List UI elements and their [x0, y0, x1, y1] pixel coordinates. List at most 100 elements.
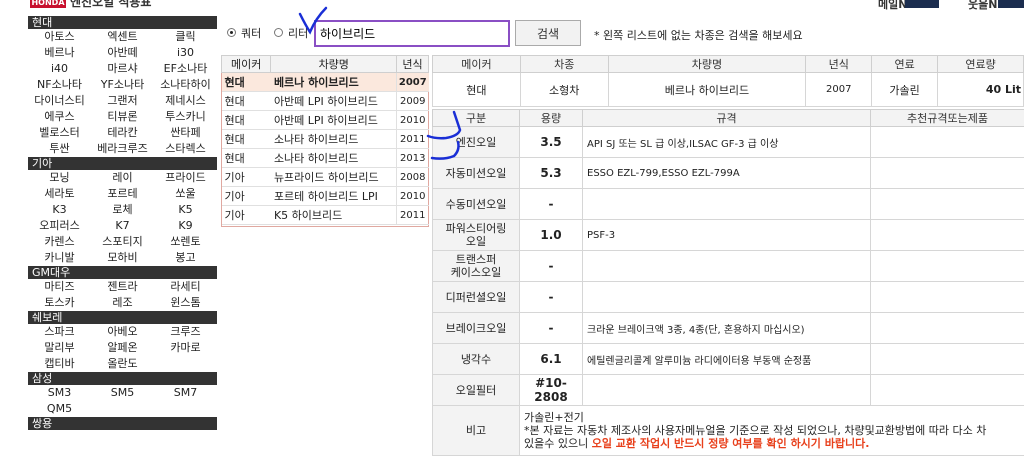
- car-model-link[interactable]: 윈스톰: [154, 295, 217, 311]
- car-model-link[interactable]: 쏘렌토: [154, 234, 217, 250]
- car-model-link[interactable]: K7: [91, 218, 154, 234]
- car-model-link[interactable]: 벨로스터: [28, 125, 91, 141]
- spec-std: API SJ 또는 SL 급 이상,ILSAC GF-3 급 이상: [582, 126, 871, 158]
- car-model-link[interactable]: 오피러스: [28, 218, 91, 234]
- car-model-link[interactable]: 마르샤: [91, 61, 154, 77]
- car-model-link[interactable]: 토스카: [28, 295, 91, 311]
- car-model-link[interactable]: 에쿠스: [28, 109, 91, 125]
- car-model-link[interactable]: K3: [28, 202, 91, 218]
- spec-row: 브레이크오일 - 크라운 브레이크액 3종, 4종(단, 혼용하지 마십시오): [432, 312, 1024, 344]
- brand-header[interactable]: 삼성: [28, 372, 217, 385]
- car-model-link[interactable]: 말리부: [28, 340, 91, 356]
- result-year: 2009: [396, 91, 429, 111]
- car-model-link[interactable]: 캡티바: [28, 356, 91, 372]
- result-row[interactable]: 현대 아반떼 LPI 하이브리드 2010: [221, 110, 429, 130]
- car-model-link[interactable]: 젠트라: [91, 279, 154, 295]
- search-input[interactable]: [314, 20, 510, 47]
- result-row[interactable]: 현대 소나타 하이브리드 2013: [221, 148, 429, 168]
- spec-name: 수동미션오일: [432, 188, 520, 220]
- car-model-link[interactable]: 투스카니: [154, 109, 217, 125]
- result-row[interactable]: 기아 K5 하이브리드 2011: [221, 205, 429, 225]
- spec-recommended: [870, 219, 1024, 251]
- car-model-link[interactable]: 카렌스: [28, 234, 91, 250]
- car-model-link[interactable]: SM3: [28, 385, 91, 401]
- car-model-link[interactable]: 스파크: [28, 324, 91, 340]
- page-title: 엔진오일 적용표: [70, 0, 152, 9]
- brand-header[interactable]: 쉐보레: [28, 311, 217, 324]
- result-row[interactable]: 현대 아반떼 LPI 하이브리드 2009: [221, 91, 429, 111]
- car-model-link[interactable]: 싼타페: [154, 125, 217, 141]
- car-model-link[interactable]: 레조: [91, 295, 154, 311]
- car-model-link[interactable]: 모닝: [28, 170, 91, 186]
- car-model-link[interactable]: 소나타하이: [154, 77, 217, 93]
- result-row[interactable]: 기아 뉴프라이드 하이브리드 2008: [221, 167, 429, 187]
- car-model-link[interactable]: 스포티지: [91, 234, 154, 250]
- car-model-link[interactable]: 봉고: [154, 250, 217, 266]
- car-model-link[interactable]: K9: [154, 218, 217, 234]
- result-name: 소나타 하이브리드: [270, 148, 397, 168]
- car-model-link[interactable]: SM7: [154, 385, 217, 401]
- car-model-link[interactable]: EF소나타: [154, 61, 217, 77]
- car-model-link[interactable]: 마티즈: [28, 279, 91, 295]
- car-model-link[interactable]: 포르테: [91, 186, 154, 202]
- car-model-link[interactable]: 쏘울: [154, 186, 217, 202]
- brand-header[interactable]: GM대우: [28, 266, 217, 279]
- car-model-link[interactable]: 라세티: [154, 279, 217, 295]
- brand-badge: HONDA: [30, 0, 66, 8]
- car-model-link[interactable]: 클릭: [154, 29, 217, 45]
- car-model-link[interactable]: 모하비: [91, 250, 154, 266]
- car-model-link[interactable]: 아베오: [91, 324, 154, 340]
- result-list: 메이커 차량명 년식 현대 베르나 하이브리드 2007 현대 아반떼 LPI 하이브리…: [220, 55, 429, 225]
- spec-std: ESSO EZL-799,ESSO EZL-799A: [582, 157, 871, 189]
- car-model-link[interactable]: 올란도: [91, 356, 154, 372]
- spec-col-volume: 용량: [519, 109, 583, 127]
- result-maker: 현대: [221, 72, 271, 92]
- car-model-link[interactable]: 다이너스티: [28, 93, 91, 109]
- remark-note: *본 자료는 자동차 제조사의 사용자메뉴얼을 기준으로 작성 되었으나, 차량…: [524, 424, 987, 437]
- search-button[interactable]: 검색: [515, 20, 581, 46]
- spec-row: 수동미션오일 -: [432, 188, 1024, 220]
- result-row[interactable]: 현대 소나타 하이브리드 2011: [221, 129, 429, 149]
- car-model-link[interactable]: 프라이드: [154, 170, 217, 186]
- car-model-link[interactable]: 레이: [91, 170, 154, 186]
- brand-header[interactable]: 현대: [28, 16, 217, 29]
- car-model-link[interactable]: 그랜저: [91, 93, 154, 109]
- car-model-link[interactable]: 로체: [91, 202, 154, 218]
- detail-type: 소형차: [519, 72, 609, 107]
- top-link-mail[interactable]: 메일N: [878, 0, 907, 12]
- spec-vol: 5.3: [519, 157, 583, 189]
- spec-col-recommended: 추천규격또는제품: [870, 109, 1024, 127]
- spec-recommended: [870, 188, 1024, 220]
- car-model-link[interactable]: 테라칸: [91, 125, 154, 141]
- car-model-link[interactable]: 베라크루즈: [91, 141, 154, 157]
- car-model-link[interactable]: 투싼: [28, 141, 91, 157]
- spec-name: 엔진오일: [432, 126, 520, 158]
- car-model-link[interactable]: 크루즈: [154, 324, 217, 340]
- car-model-link[interactable]: QM5: [28, 401, 91, 417]
- car-model-link[interactable]: i40: [28, 61, 91, 77]
- spec-recommended: [870, 312, 1024, 344]
- brand-header[interactable]: 쌍용: [28, 417, 217, 430]
- car-model-link[interactable]: 아토스: [28, 29, 91, 45]
- car-model-link[interactable]: 카마로: [154, 340, 217, 356]
- car-model-link[interactable]: 알페온: [91, 340, 154, 356]
- car-model-link[interactable]: K5: [154, 202, 217, 218]
- car-model-link[interactable]: 엑센트: [91, 29, 154, 45]
- car-model-link[interactable]: 티뷰론: [91, 109, 154, 125]
- car-model-link[interactable]: YF소나타: [91, 77, 154, 93]
- top-link-smile[interactable]: 웃을N: [968, 0, 997, 12]
- unit-radio-quart[interactable]: [227, 28, 236, 37]
- car-model-link[interactable]: 베르나: [28, 45, 91, 61]
- car-model-link[interactable]: 제네시스: [154, 93, 217, 109]
- car-model-link[interactable]: SM5: [91, 385, 154, 401]
- unit-radio-liter[interactable]: [274, 28, 283, 37]
- car-model-link[interactable]: 스타렉스: [154, 141, 217, 157]
- car-model-link[interactable]: NF소나타: [28, 77, 91, 93]
- brand-header[interactable]: 기아: [28, 157, 217, 170]
- car-model-link[interactable]: 아반떼: [91, 45, 154, 61]
- result-row[interactable]: 현대 베르나 하이브리드 2007: [221, 72, 429, 92]
- car-model-link[interactable]: 카니발: [28, 250, 91, 266]
- car-model-link[interactable]: i30: [154, 45, 217, 61]
- car-model-link[interactable]: 세라토: [28, 186, 91, 202]
- result-row[interactable]: 기아 포르테 하이브리드 LPI 2010: [221, 186, 429, 206]
